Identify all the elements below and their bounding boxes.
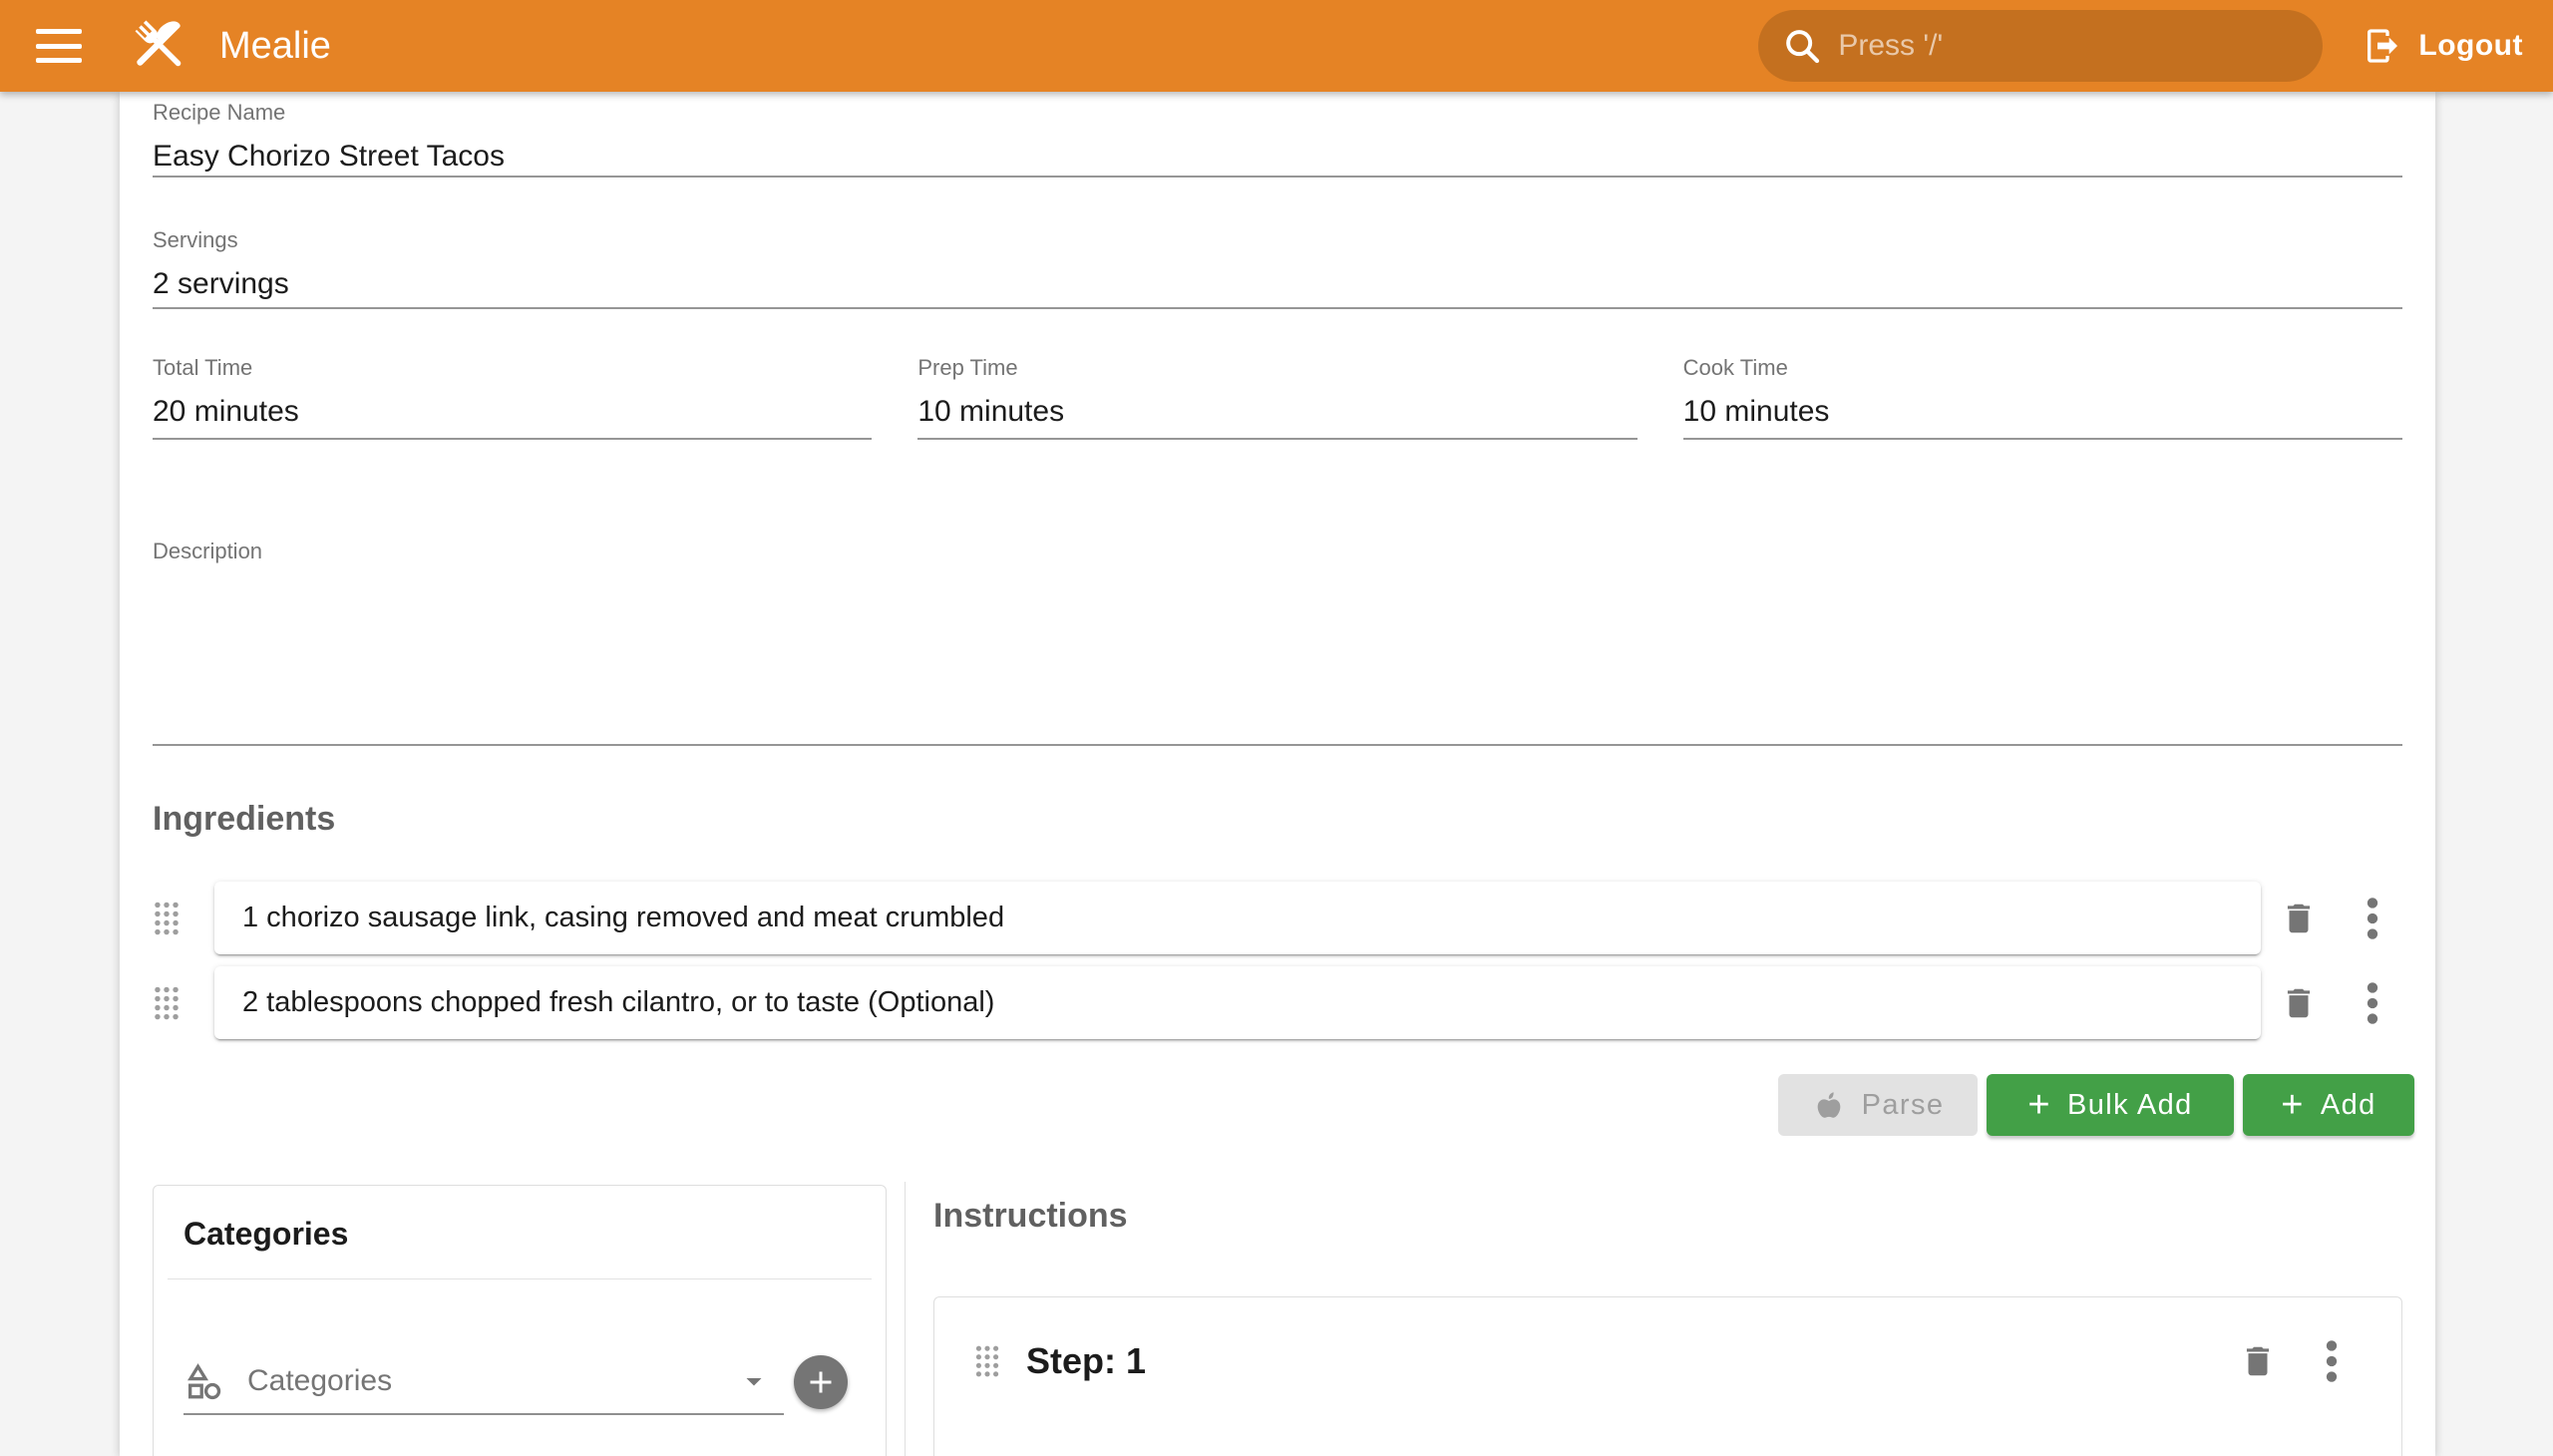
kebab-menu-icon	[2366, 897, 2379, 940]
drag-handle-icon[interactable]	[153, 900, 181, 937]
ingredient-input[interactable]	[214, 882, 2261, 954]
description-field: Description	[153, 537, 2402, 746]
logout-label: Logout	[2418, 29, 2523, 63]
total-time-input[interactable]	[153, 395, 872, 429]
drag-handle-icon[interactable]	[153, 984, 181, 1022]
divider	[168, 1278, 872, 1279]
search-icon	[1782, 26, 1822, 66]
description-label: Description	[153, 537, 2402, 566]
ingredient-input-card	[214, 966, 2261, 1039]
search-input[interactable]	[1838, 29, 2299, 63]
ingredient-row	[153, 966, 2522, 1039]
delete-step-button[interactable]	[2238, 1339, 2278, 1383]
kebab-menu-icon	[2325, 1339, 2339, 1383]
prep-time-label: Prep Time	[917, 353, 1637, 383]
trash-icon	[2280, 984, 2318, 1022]
chevron-down-icon	[736, 1363, 772, 1399]
step-title: Step: 1	[1026, 1340, 1146, 1382]
cook-time-label: Cook Time	[1683, 353, 2402, 383]
ingredient-menu-button[interactable]	[2353, 897, 2392, 940]
ingredient-input[interactable]	[214, 966, 2261, 1039]
categories-select-placeholder: Categories	[247, 1364, 392, 1398]
servings-label: Servings	[153, 225, 2402, 255]
ingredient-input-card	[214, 882, 2261, 954]
apple-icon	[1812, 1088, 1846, 1122]
plus-icon: +	[2027, 1086, 2051, 1124]
bulk-add-button[interactable]: + Bulk Add	[1987, 1074, 2234, 1136]
search-bar[interactable]	[1758, 10, 2323, 82]
cook-time-field: Cook Time	[1683, 353, 2402, 440]
servings-input[interactable]	[153, 267, 2402, 301]
app-header: Mealie Logout	[0, 0, 2553, 92]
ingredient-actions: Parse + Bulk Add + Add	[153, 1074, 2414, 1136]
ingredients-heading: Ingredients	[153, 800, 335, 839]
kebab-menu-icon	[2366, 981, 2379, 1025]
description-input[interactable]	[153, 576, 2402, 726]
column-divider	[905, 1182, 906, 1456]
recipe-editor: Recipe Name Servings Total Time Prep Tim…	[120, 92, 2435, 1456]
logout-icon	[2363, 26, 2402, 66]
trash-icon	[2280, 900, 2318, 937]
instruction-step-card: Step: 1 Combine crumbled chorizo and chi…	[933, 1296, 2402, 1456]
categories-title: Categories	[183, 1216, 856, 1253]
step-header: Step: 1	[974, 1339, 2352, 1383]
plus-icon	[803, 1364, 839, 1400]
total-time-field: Total Time	[153, 353, 872, 440]
mealie-app: Mealie Logout Recipe Name Servings	[0, 0, 2553, 1456]
delete-ingredient-button[interactable]	[2279, 981, 2319, 1025]
add-label: Add	[2321, 1089, 2376, 1122]
recipe-name-input[interactable]	[153, 140, 2402, 174]
app-title: Mealie	[219, 25, 331, 68]
trash-icon	[2239, 1342, 2277, 1380]
add-ingredient-button[interactable]: + Add	[2243, 1074, 2414, 1136]
bulk-add-label: Bulk Add	[2067, 1089, 2193, 1122]
cook-time-input[interactable]	[1683, 395, 2402, 429]
instructions-heading: Instructions	[933, 1197, 1128, 1236]
recipe-name-field: Recipe Name	[153, 98, 2402, 178]
ingredient-row	[153, 882, 2522, 954]
total-time-label: Total Time	[153, 353, 872, 383]
drag-handle-icon[interactable]	[974, 1343, 1000, 1379]
ingredient-menu-button[interactable]	[2353, 981, 2392, 1025]
parse-label: Parse	[1862, 1089, 1945, 1122]
shapes-icon	[183, 1360, 225, 1402]
recipe-name-label: Recipe Name	[153, 98, 2402, 128]
prep-time-field: Prep Time	[917, 353, 1637, 440]
plus-icon: +	[2281, 1086, 2305, 1124]
time-fields-row: Total Time Prep Time Cook Time	[153, 353, 2402, 440]
parse-button[interactable]: Parse	[1778, 1074, 1978, 1136]
prep-time-input[interactable]	[917, 395, 1637, 429]
mealie-logo-icon[interactable]	[126, 12, 193, 80]
logout-button[interactable]: Logout	[2363, 26, 2523, 66]
categories-card: Categories Categories	[153, 1185, 887, 1456]
step-menu-button[interactable]	[2312, 1339, 2352, 1383]
menu-icon[interactable]	[36, 29, 82, 63]
delete-ingredient-button[interactable]	[2279, 897, 2319, 940]
categories-select[interactable]: Categories	[183, 1349, 784, 1415]
add-category-button[interactable]	[794, 1355, 848, 1409]
servings-field: Servings	[153, 225, 2402, 309]
